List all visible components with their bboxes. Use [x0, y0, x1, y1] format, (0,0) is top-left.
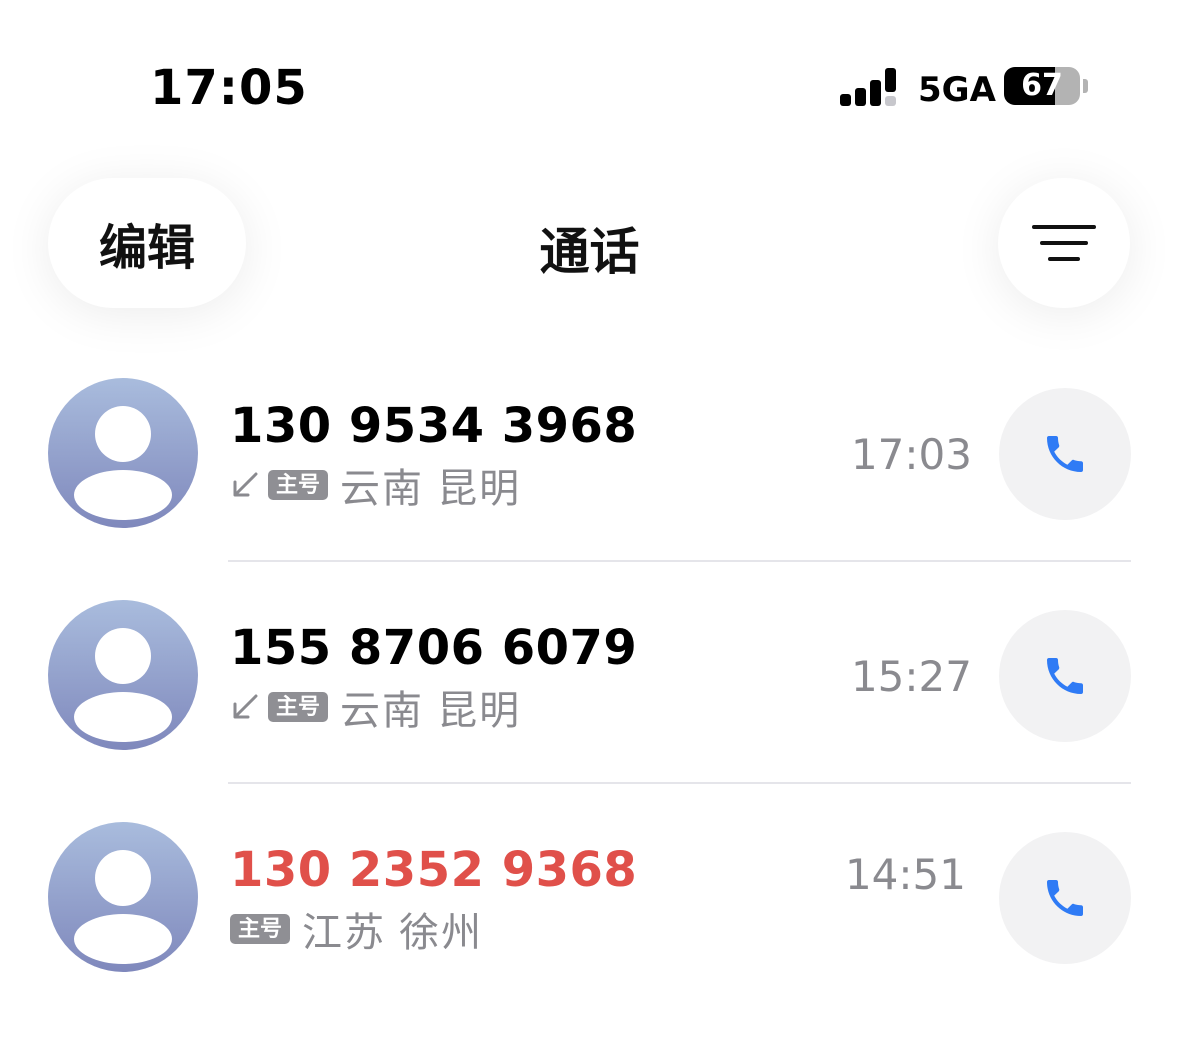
row-divider [228, 782, 1131, 784]
network-type: 5GA [918, 70, 996, 110]
phone-icon [1047, 658, 1083, 694]
call-details: 主号 云南 昆明 [230, 685, 521, 733]
battery-cap [1083, 79, 1088, 93]
call-time: 17:03 [850, 430, 972, 479]
filter-lines-icon [1032, 225, 1096, 261]
caller-number: 155 8706 6079 [230, 620, 638, 676]
caller-location: 江苏 徐州 [302, 911, 484, 955]
avatar-head [95, 406, 151, 462]
avatar [48, 378, 198, 528]
call-details: 主号 江苏 徐州 [230, 907, 483, 955]
line-badge: 主号 [268, 470, 329, 500]
incoming-arrow-icon [233, 694, 258, 719]
call-row[interactable]: 155 8706 6079 主号 云南 昆明 15:27 [0, 600, 1179, 820]
call-details: 主号 云南 昆明 [230, 463, 521, 511]
call-back-button[interactable] [999, 610, 1131, 742]
avatar-head [95, 628, 151, 684]
incoming-arrow-icon [233, 472, 258, 497]
call-back-button[interactable] [999, 388, 1131, 520]
caller-number: 130 9534 3968 [230, 398, 638, 454]
phone-icon [1047, 880, 1083, 916]
avatar-body [74, 470, 172, 520]
avatar-body [74, 692, 172, 742]
phone-icon [1047, 436, 1083, 472]
caller-number-missed: 130 2352 9368 [230, 842, 638, 898]
battery-icon: 67 [1004, 67, 1080, 105]
call-back-button[interactable] [999, 832, 1131, 964]
row-divider [228, 560, 1131, 562]
line-badge: 主号 [268, 692, 329, 722]
battery-percent: 67 [1021, 68, 1063, 103]
status-time: 17:05 [150, 60, 308, 116]
call-time: 15:27 [850, 652, 972, 701]
avatar [48, 600, 198, 750]
caller-location: 云南 昆明 [340, 467, 522, 511]
call-time: 14:51 [844, 850, 966, 899]
line-badge: 主号 [230, 914, 291, 944]
avatar-head [95, 850, 151, 906]
cellular-signal-icon [840, 68, 896, 106]
avatar-body [74, 914, 172, 964]
call-row[interactable]: 130 2352 9368 主号 江苏 徐州 14:51 [0, 822, 1179, 1042]
filter-button[interactable] [998, 178, 1130, 308]
avatar [48, 822, 198, 972]
caller-location: 云南 昆明 [340, 689, 522, 733]
call-row[interactable]: 130 9534 3968 主号 云南 昆明 17:03 [0, 378, 1179, 598]
